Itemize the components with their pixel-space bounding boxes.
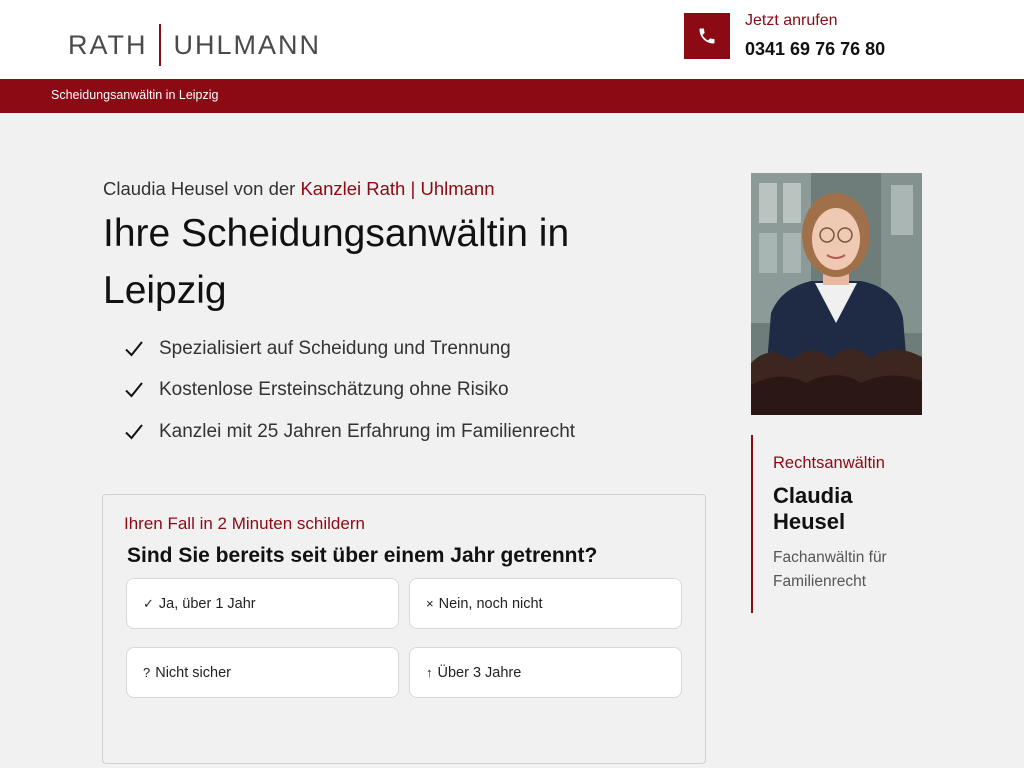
benefit-text: Spezialisiert auf Scheidung und Trennung [159, 337, 511, 359]
option-yes-over-1-year[interactable]: ✓ Ja, über 1 Jahr [126, 578, 399, 629]
case-quiz: Ihren Fall in 2 Minuten schildern Sind S… [102, 494, 706, 764]
option-over-3-years[interactable]: ↑ Über 3 Jahre [409, 647, 682, 698]
logo-word-uhlmann: UHLMANN [173, 29, 322, 60]
breadcrumb-bar: Scheidungsanwältin in Leipzig [0, 79, 1024, 113]
lawyer-portrait-photo [751, 173, 922, 415]
quiz-question: Sind Sie bereits seit über einem Jahr ge… [127, 544, 598, 567]
benefit-item: Kostenlose Ersteinschätzung ohne Risiko [124, 370, 575, 412]
hero-intro: Claudia Heusel von der Kanzlei Rath | Uh… [103, 178, 495, 200]
profile-name: Claudia Heusel [773, 483, 853, 534]
benefit-item: Spezialisiert auf Scheidung und Trennung [124, 328, 575, 370]
benefit-item: Kanzlei mit 25 Jahren Erfahrung im Famil… [124, 411, 575, 453]
phone-icon [699, 28, 715, 44]
option-not-sure[interactable]: ? Nicht sicher [126, 647, 399, 698]
benefit-list: Spezialisiert auf Scheidung und Trennung… [124, 328, 575, 453]
page-title: Ihre Scheidungsanwältin in Leipzig [103, 212, 570, 312]
profile-role: Rechtsanwältin [773, 454, 885, 472]
profile-card: Rechtsanwältin Claudia Heusel Fachanwält… [751, 435, 931, 613]
intro-prefix: Claudia Heusel von der [103, 178, 301, 199]
call-button[interactable] [684, 13, 730, 59]
logo[interactable]: RATH UHLMANN [68, 24, 321, 66]
logo-divider [158, 24, 161, 66]
phone-number-link[interactable]: 0341 69 76 76 80 [745, 39, 885, 60]
option-no-not-yet[interactable]: × Nein, noch nicht [409, 578, 682, 629]
check-icon [124, 422, 159, 442]
check-icon: ✓ [143, 595, 154, 611]
option-label: Ja, über 1 Jahr [158, 595, 256, 612]
check-icon [124, 380, 159, 400]
option-label: Nicht sicher [155, 664, 231, 681]
intro-firm-name-part-1: Kanzlei Rath [300, 178, 411, 199]
check-icon [124, 339, 159, 359]
intro-firm-name-part-2: Uhlmann [415, 178, 495, 199]
benefit-text: Kostenlose Ersteinschätzung ohne Risiko [159, 379, 509, 401]
option-label: Über 3 Jahre [437, 664, 522, 681]
breadcrumb[interactable]: Scheidungsanwältin in Leipzig [51, 88, 218, 102]
logo-word-rath: RATH [68, 29, 148, 60]
quiz-kicker: Ihren Fall in 2 Minuten schildern [124, 514, 365, 533]
arrow-up-icon: ↑ [426, 665, 433, 680]
close-icon: × [426, 596, 434, 611]
benefit-text: Kanzlei mit 25 Jahren Erfahrung im Famil… [159, 420, 576, 442]
profile-description: Fachanwältin für Familienrecht [773, 549, 887, 590]
question-icon: ? [143, 665, 151, 680]
option-label: Nein, noch nicht [438, 595, 543, 612]
call-label: Jetzt anrufen [745, 12, 838, 29]
site-header: RATH UHLMANN Jetzt anrufen 0341 69 76 76… [0, 0, 1024, 79]
